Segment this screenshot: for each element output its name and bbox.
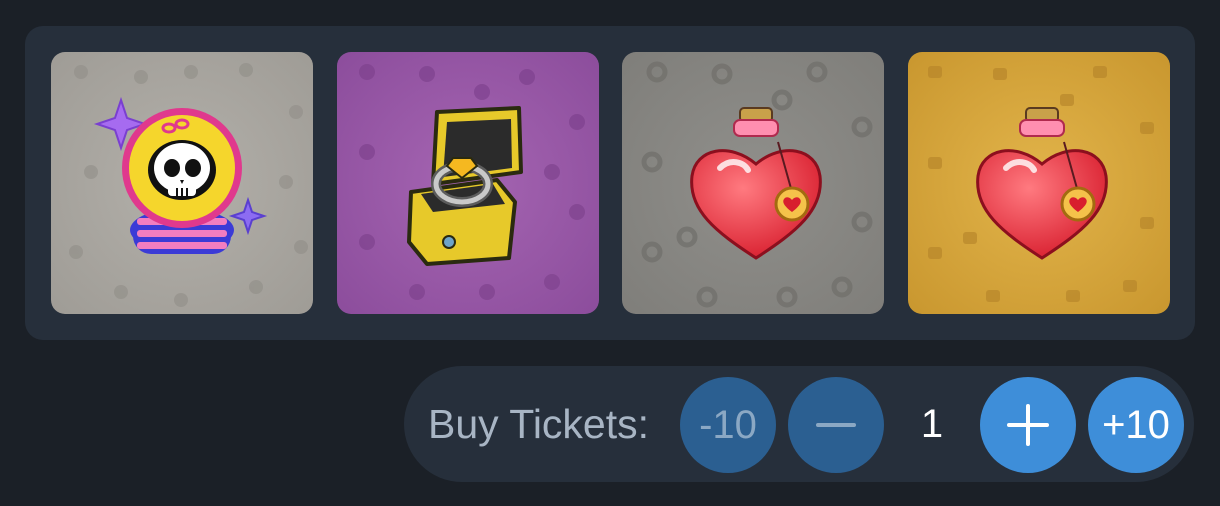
heart-potion-icon xyxy=(622,52,884,314)
gift-card-love-potion-gold[interactable] xyxy=(908,52,1170,314)
ring-box-icon xyxy=(337,52,599,314)
increment-button[interactable] xyxy=(980,377,1076,473)
crystal-ball-skull-icon xyxy=(51,52,313,314)
plus-ten-label: +10 xyxy=(1102,402,1170,447)
gift-card-crystal-ball[interactable] xyxy=(51,52,313,314)
gift-card-love-potion-gray[interactable] xyxy=(622,52,884,314)
plus-icon xyxy=(1007,404,1049,446)
plus-ten-button[interactable]: +10 xyxy=(1088,377,1184,473)
gift-gallery xyxy=(25,26,1195,340)
decrement-button[interactable] xyxy=(788,377,884,473)
minus-ten-label: -10 xyxy=(699,402,757,447)
ticket-quantity: 1 xyxy=(920,402,944,446)
minus-ten-button[interactable]: -10 xyxy=(680,377,776,473)
buy-tickets-bar: Buy Tickets: -10 1 +10 xyxy=(404,366,1194,482)
heart-potion-icon xyxy=(908,52,1170,314)
buy-tickets-label: Buy Tickets: xyxy=(428,401,650,447)
minus-icon xyxy=(816,423,856,427)
gift-card-ring[interactable] xyxy=(337,52,599,314)
